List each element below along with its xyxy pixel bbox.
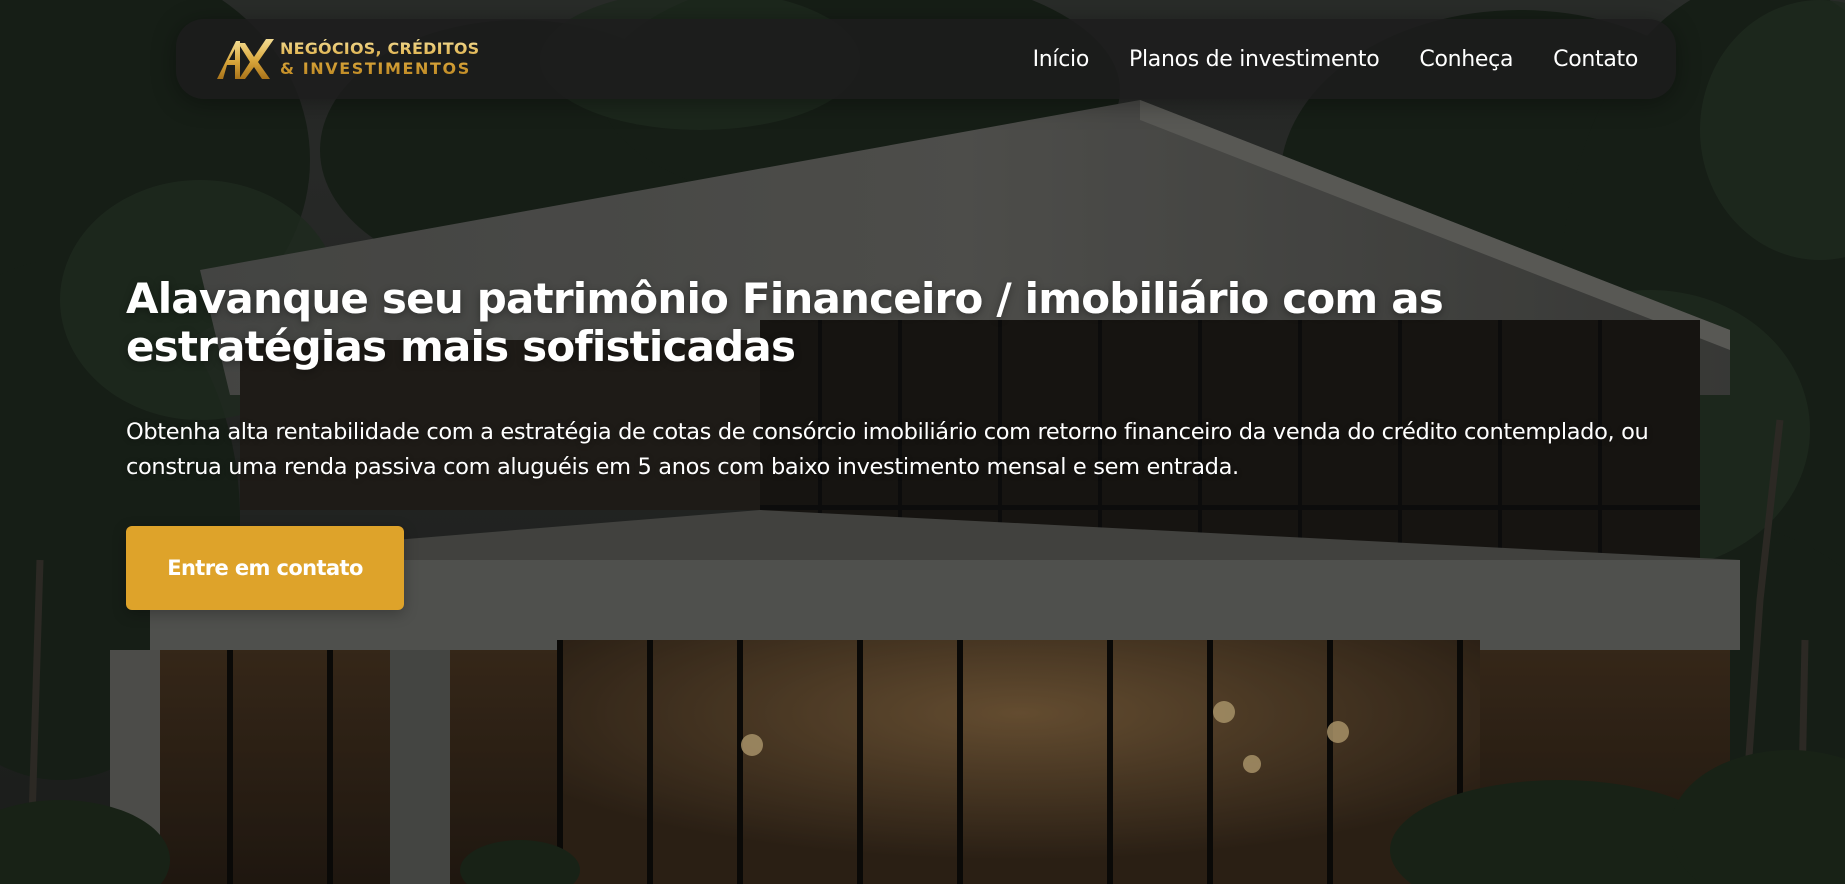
top-navigation-bar: NEGÓCIOS, CRÉDITOS & INVESTIMENTOS Iníci… bbox=[176, 19, 1676, 99]
nav-link-conheca[interactable]: Conheça bbox=[1419, 47, 1513, 72]
hero-description: Obtenha alta rentabilidade com a estraté… bbox=[126, 419, 1649, 480]
nav-link-planos-de-investimento[interactable]: Planos de investimento bbox=[1129, 47, 1380, 72]
brand-name: NEGÓCIOS, CRÉDITOS & INVESTIMENTOS bbox=[280, 39, 479, 79]
brand-name-line1: NEGÓCIOS, CRÉDITOS bbox=[280, 39, 480, 58]
brand-name-line2: & INVESTIMENTOS bbox=[280, 59, 471, 78]
nav-link-inicio[interactable]: Início bbox=[1033, 47, 1090, 72]
ax-monogram-icon bbox=[217, 39, 274, 79]
nav-link-contato[interactable]: Contato bbox=[1553, 47, 1638, 72]
hero-section: Alavanque seu patrimônio Financeiro / im… bbox=[126, 274, 1726, 610]
contact-cta-button[interactable]: Entre em contato bbox=[126, 526, 404, 610]
main-menu: Início Planos de investimento Conheça Co… bbox=[1033, 19, 1639, 99]
hero-title: Alavanque seu patrimônio Financeiro / im… bbox=[126, 274, 1444, 371]
brand-logo[interactable]: NEGÓCIOS, CRÉDITOS & INVESTIMENTOS bbox=[214, 35, 479, 83]
